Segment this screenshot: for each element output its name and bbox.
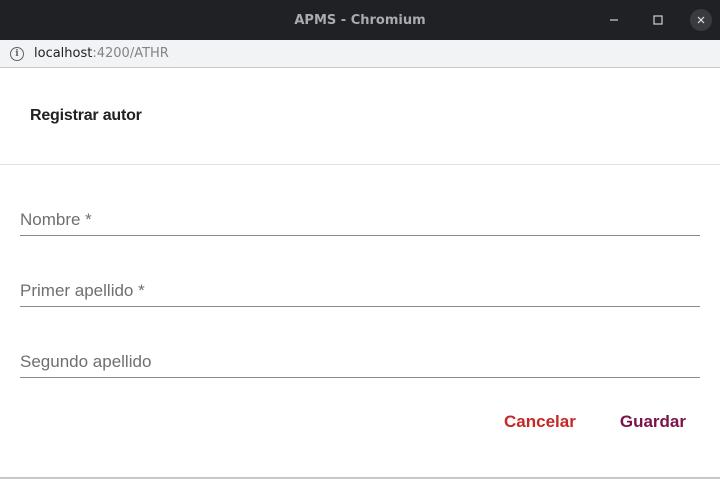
dialog-actions: Cancelar Guardar	[0, 408, 720, 436]
close-icon[interactable]	[690, 9, 712, 31]
window-title: APMS - Chromium	[294, 12, 426, 28]
url-host: localhost	[34, 46, 93, 61]
save-button[interactable]: Guardar	[620, 408, 686, 436]
primer-apellido-field[interactable]: Primer apellido *	[20, 236, 700, 307]
site-info-icon[interactable]: i	[10, 46, 24, 61]
register-author-dialog: Registrar autor Nombre * Primer apellido…	[0, 68, 720, 436]
segundo-apellido-input[interactable]	[20, 348, 700, 374]
segundo-apellido-underline	[20, 377, 700, 378]
address-bar[interactable]: i localhost:4200/ATHR	[0, 40, 720, 68]
nombre-input[interactable]	[20, 206, 700, 232]
url-path: :4200/ATHR	[92, 46, 169, 61]
segundo-apellido-field[interactable]: Segundo apellido	[20, 307, 700, 378]
url-text[interactable]: localhost:4200/ATHR	[34, 46, 169, 61]
minimize-icon[interactable]	[602, 8, 626, 32]
maximize-icon[interactable]	[646, 8, 670, 32]
primer-apellido-input[interactable]	[20, 277, 700, 303]
browser-window: APMS - Chromium i localhost:4200/ATHR Re…	[0, 0, 720, 479]
window-controls	[582, 0, 712, 40]
author-form: Nombre * Primer apellido * Segundo apell…	[0, 165, 720, 378]
cancel-button[interactable]: Cancelar	[504, 408, 576, 436]
nombre-field[interactable]: Nombre *	[20, 165, 700, 236]
title-bar: APMS - Chromium	[0, 0, 720, 40]
dialog-header: Registrar autor	[0, 68, 720, 165]
dialog-title: Registrar autor	[30, 107, 142, 124]
